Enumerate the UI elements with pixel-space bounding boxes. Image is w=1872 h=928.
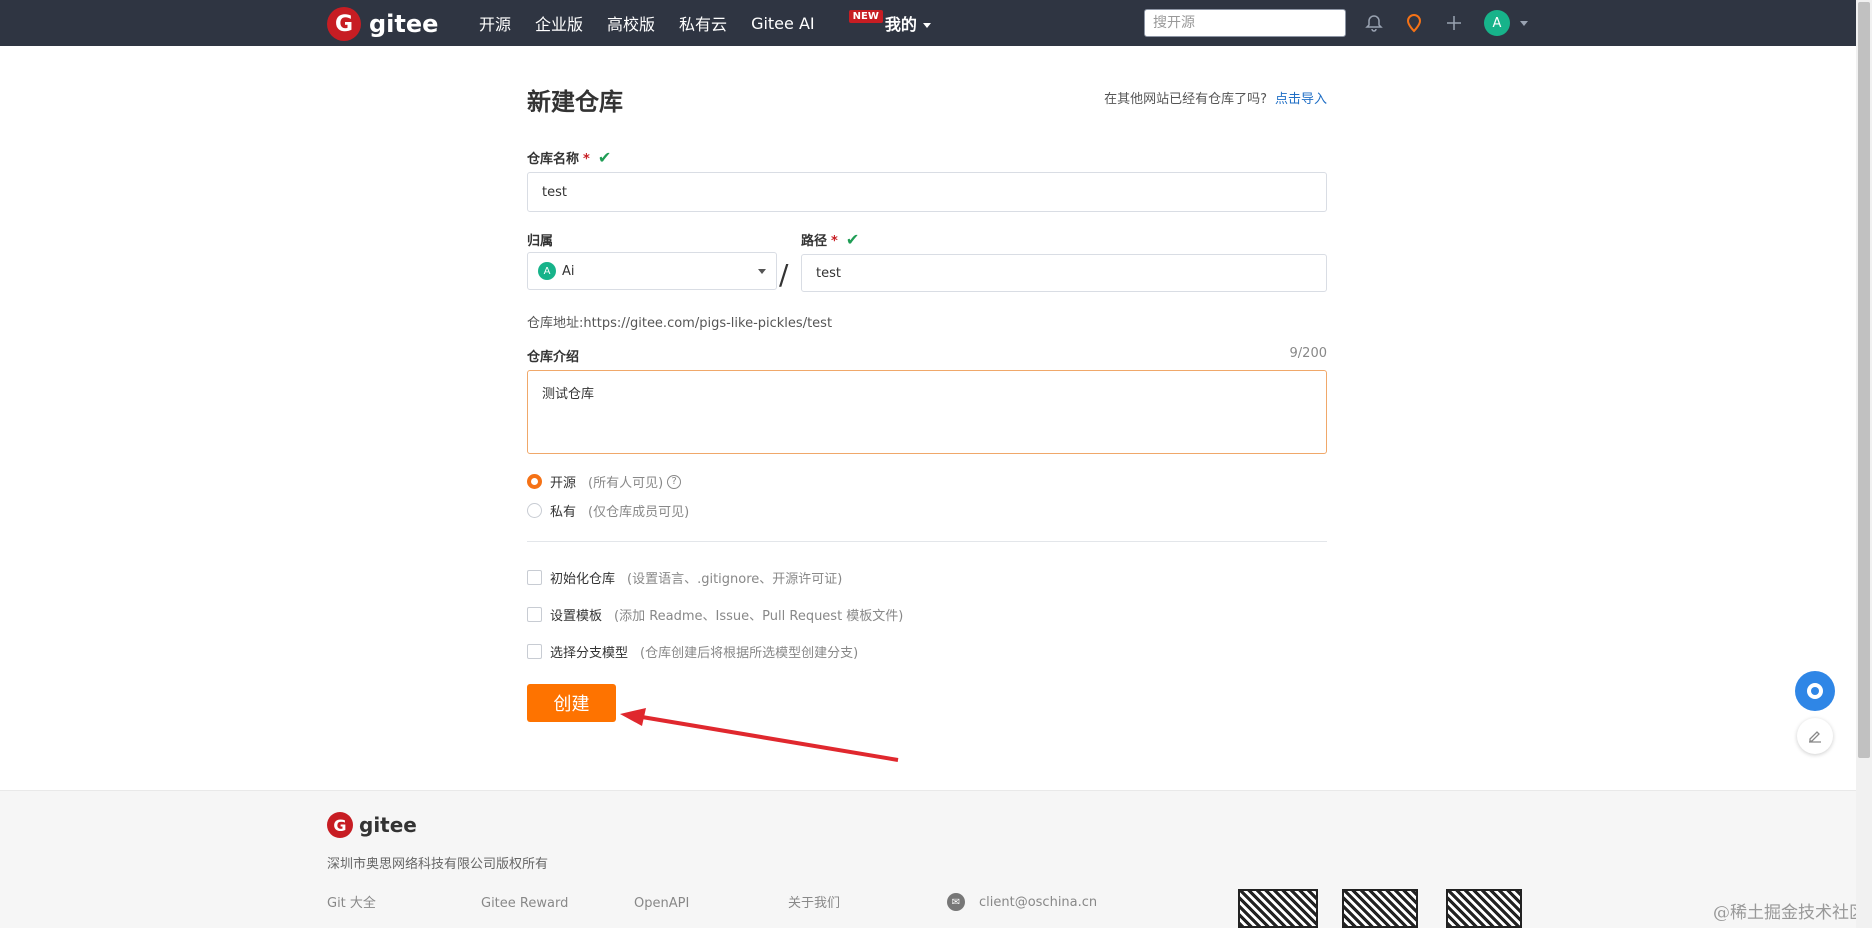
option-template-hint: (添加 Readme、Issue、Pull Request 模板文件) — [614, 609, 904, 624]
required-mark: * — [831, 234, 838, 249]
divider — [527, 541, 1327, 542]
required-mark: * — [583, 152, 590, 167]
nav-item-mine-label: 我的 — [884, 15, 917, 34]
footer-logo-text: gitee — [359, 813, 417, 837]
nav-item-gitee-ai-label: Gitee AI — [751, 13, 815, 33]
chevron-down-icon — [1520, 20, 1528, 26]
check-icon: ✔ — [597, 148, 612, 167]
qr-code — [1342, 889, 1418, 928]
scrollbar-thumb[interactable] — [1858, 2, 1870, 758]
new-badge: NEW — [848, 9, 883, 23]
check-icon: ✔ — [845, 230, 860, 249]
option-branch-model[interactable]: 选择分支模型 (仓库创建后将根据所选模型创建分支) — [527, 642, 858, 661]
plus-icon[interactable] — [1444, 13, 1464, 33]
visibility-public-label: 开源 — [550, 476, 577, 491]
nav-item-mine[interactable]: 我的 — [885, 11, 931, 35]
edit-icon — [1809, 731, 1821, 743]
nav-item-education[interactable]: 高校版 — [607, 11, 655, 35]
option-template[interactable]: 设置模板 (添加 Readme、Issue、Pull Request 模板文件) — [527, 605, 903, 624]
footer-link-git[interactable]: Git 大全 — [327, 893, 376, 915]
option-init-hint: (设置语言、.gitignore、开源许可证) — [627, 572, 843, 587]
mail-icon: ✉ — [947, 893, 965, 911]
footer-logo[interactable]: G gitee — [327, 812, 417, 838]
owner-value: Ai — [562, 263, 575, 279]
checkbox[interactable] — [527, 644, 542, 659]
radio-unselected[interactable] — [527, 503, 542, 518]
gitee-logo[interactable]: G gitee — [327, 7, 438, 41]
nav-item-enterprise[interactable]: 企业版 — [535, 11, 583, 35]
location-pin-icon[interactable] — [1404, 13, 1424, 33]
path-input[interactable]: test — [801, 254, 1327, 292]
footer-link-reward[interactable]: Gitee Reward — [481, 893, 568, 915]
repo-name-label: 仓库名称 * ✔ — [527, 148, 611, 167]
qr-code — [1238, 889, 1318, 928]
nav-item-opensource[interactable]: 开源 — [479, 11, 511, 35]
watermark: @稀土掘金技术社区 — [1713, 903, 1866, 923]
visibility-public-hint: (所有人可见) — [588, 476, 664, 491]
search-input[interactable]: 搜开源 — [1144, 9, 1346, 37]
option-branch-hint: (仓库创建后将根据所选模型创建分支) — [640, 646, 859, 661]
import-prompt: 在其他网站已经有仓库了吗? 点击导入 — [1104, 88, 1327, 107]
checkbox[interactable] — [527, 570, 542, 585]
path-label-text: 路径 — [801, 234, 828, 249]
create-button[interactable]: 创建 — [527, 684, 616, 722]
visibility-private-label: 私有 — [550, 505, 577, 520]
page-title: 新建仓库 — [527, 88, 623, 116]
annotation-arrow — [620, 708, 899, 762]
option-init-repo[interactable]: 初始化仓库 (设置语言、.gitignore、开源许可证) — [527, 568, 842, 587]
checkbox[interactable] — [527, 607, 542, 622]
avatar: A — [1484, 10, 1510, 36]
footer — [0, 790, 1856, 928]
desc-textarea[interactable]: 测试仓库 — [527, 370, 1327, 454]
chevron-down-icon — [922, 23, 931, 28]
option-init-label: 初始化仓库 — [550, 572, 616, 587]
bell-icon[interactable] — [1364, 13, 1384, 33]
chevron-down-icon — [758, 269, 766, 274]
feedback-float-button[interactable] — [1797, 718, 1833, 754]
chat-bubble-icon — [1807, 683, 1823, 699]
top-icons: A — [1364, 0, 1528, 46]
gitee-logo-icon: G — [327, 7, 361, 41]
footer-link-openapi[interactable]: OpenAPI — [634, 893, 689, 915]
repo-name-label-text: 仓库名称 — [527, 152, 580, 167]
visibility-private[interactable]: 私有 (仅仓库成员可见) — [527, 501, 689, 520]
nav-item-gitee-ai[interactable]: Gitee AI NEW — [751, 9, 883, 33]
footer-link-about[interactable]: 关于我们 — [788, 893, 840, 915]
radio-selected[interactable] — [527, 474, 542, 489]
assistant-float-button[interactable] — [1795, 671, 1835, 711]
option-branch-label: 选择分支模型 — [550, 646, 629, 661]
footer-copyright: 深圳市奥思网络科技有限公司版权所有 — [327, 857, 549, 872]
visibility-private-hint: (仅仓库成员可见) — [588, 505, 690, 520]
nav-item-private-cloud[interactable]: 私有云 — [679, 11, 727, 35]
import-link[interactable]: 点击导入 — [1275, 92, 1327, 107]
qr-code — [1446, 889, 1522, 928]
gitee-logo-icon: G — [327, 812, 353, 838]
help-icon[interactable]: ? — [667, 474, 682, 489]
desc-counter: 9/200 — [1289, 346, 1327, 361]
main-nav: 开源 企业版 高校版 私有云 Gitee AI NEW 我的 — [479, 0, 931, 46]
desc-label: 仓库介绍 — [527, 350, 580, 365]
import-question: 在其他网站已经有仓库了吗? — [1104, 92, 1267, 107]
footer-email-text: client@oschina.cn — [979, 894, 1098, 910]
owner-select[interactable]: A Ai — [527, 252, 777, 290]
path-separator: / — [779, 258, 789, 291]
logo-text: gitee — [369, 10, 439, 38]
option-template-label: 设置模板 — [550, 609, 603, 624]
user-menu[interactable]: A — [1484, 10, 1528, 36]
footer-email[interactable]: ✉ client@oschina.cn — [947, 893, 1097, 911]
repo-name-input[interactable]: test — [527, 172, 1327, 212]
owner-label: 归属 — [527, 234, 554, 249]
path-label: 路径 * ✔ — [801, 230, 859, 249]
repo-address: 仓库地址:https://gitee.com/pigs-like-pickles… — [527, 316, 833, 331]
owner-avatar: A — [538, 262, 556, 280]
top-navbar: G gitee 开源 企业版 高校版 私有云 Gitee AI NEW 我的 搜开… — [0, 0, 1856, 46]
visibility-public[interactable]: 开源 (所有人可见) ? — [527, 472, 682, 491]
